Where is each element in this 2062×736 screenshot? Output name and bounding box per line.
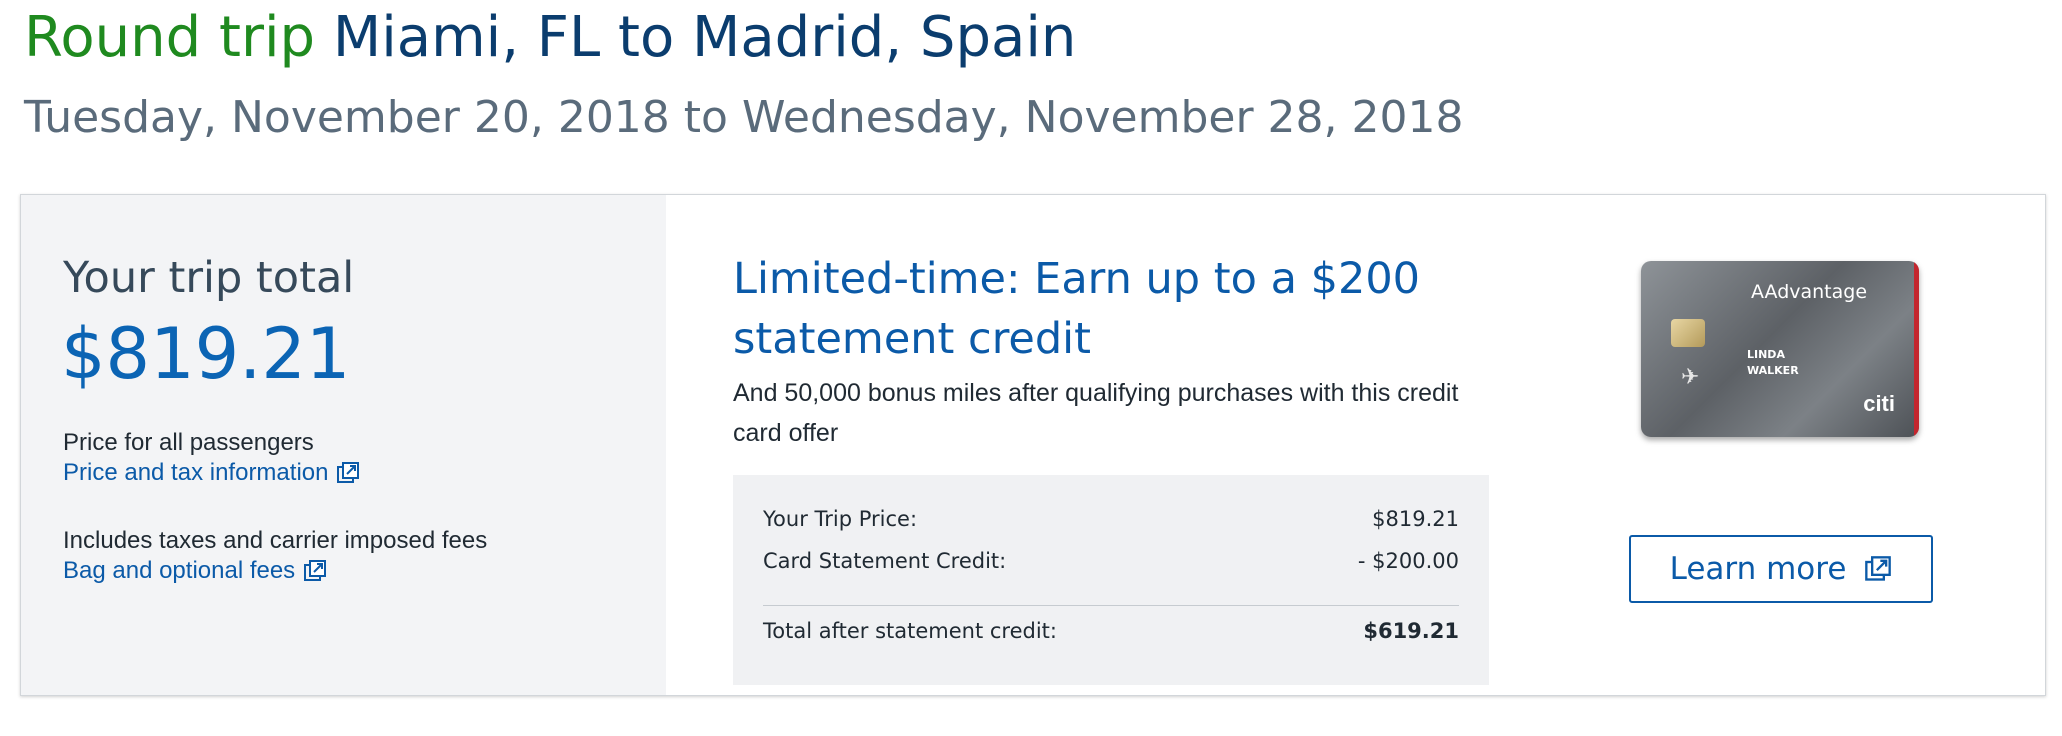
card-holder-name: LINDA WALKER [1747,348,1799,377]
price-tax-link[interactable]: Price and tax information [63,459,360,487]
price-breakdown: Your Trip Price: $819.21 Card Statement … [733,475,1489,685]
price-total-row: Total after statement credit: $619.21 [763,619,1459,643]
trip-total-label: Your trip total [63,253,355,303]
price-row-value: $819.21 [1372,507,1459,531]
credit-card-image: AAdvantage ✈ LINDA WALKER citi [1641,261,1919,437]
trip-total-section: Your trip total $819.21 Price for all pa… [21,195,666,695]
plane-icon: ✈ [1681,365,1700,390]
external-link-icon [1865,556,1892,581]
price-row-value: - $200.00 [1357,549,1459,573]
card-stripe [1914,261,1919,437]
page-title: Round trip Miami, FL to Madrid, Spain [24,2,1076,74]
card-brand: AAdvantage [1751,281,1868,303]
promo-title: Limited-time: Earn up to a $200 statemen… [733,254,1421,364]
price-row-label: Card Statement Credit: [763,549,1007,573]
card-chip [1671,319,1705,347]
price-divider [763,605,1459,606]
price-row: Your Trip Price: $819.21 [763,507,1459,531]
trip-dates: Tuesday, November 20, 2018 to Wednesday,… [24,92,1464,143]
fees-note: Includes taxes and carrier imposed fees [63,527,488,554]
price-total-label: Total after statement credit: [763,619,1057,643]
bag-fees-link[interactable]: Bag and optional fees [63,557,327,585]
external-link-icon [337,462,360,483]
bag-fees-link-label: Bag and optional fees [63,557,296,584]
price-total-value: $619.21 [1363,619,1459,643]
learn-more-label: Learn more [1669,551,1847,587]
price-row: Card Statement Credit: - $200.00 [763,549,1459,573]
price-note: Price for all passengers [63,429,314,456]
learn-more-button[interactable]: Learn more [1629,535,1933,603]
trip-total-value: $819.21 [61,313,351,395]
trip-type: Round trip [24,5,316,70]
external-link-icon [304,560,327,581]
promo-subtitle: And 50,000 bonus miles after qualifying … [733,379,1459,447]
card-issuer-logo: citi [1863,391,1895,416]
price-row-label: Your Trip Price: [763,507,918,531]
trip-route: Miami, FL to Madrid, Spain [332,5,1077,70]
trip-summary-panel: Your trip total $819.21 Price for all pa… [20,194,2046,696]
price-tax-link-label: Price and tax information [63,459,329,486]
